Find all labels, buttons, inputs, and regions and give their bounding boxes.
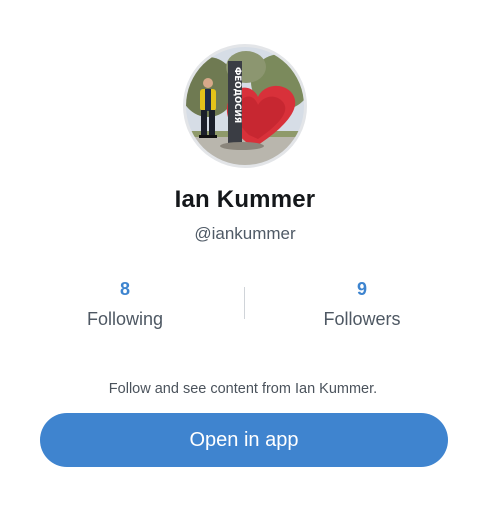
following-label: Following [86, 309, 164, 329]
profile-handle: @iankummer [194, 224, 296, 243]
followers-count: 9 [356, 279, 367, 299]
followers-stat[interactable]: 9 Followers [282, 277, 442, 330]
profile-name: Ian Kummer [174, 186, 316, 213]
profile-card: ФЕОДОСИЯ Ian Kummer @iankummer 8 Followi… [0, 0, 490, 511]
open-in-app-button[interactable]: Open in app [40, 413, 448, 467]
followers-label: Followers [323, 309, 401, 329]
avatar[interactable]: ФЕОДОСИЯ [183, 44, 307, 168]
following-count: 8 [119, 279, 130, 299]
stats-divider [244, 287, 245, 319]
follow-prompt: Follow and see content from Ian Kummer. [108, 381, 378, 397]
avatar-photo: ФЕОДОСИЯ [186, 47, 304, 165]
following-stat[interactable]: 8 Following [45, 277, 205, 330]
avatar-sign-text: ФЕОДОСИЯ [232, 67, 242, 123]
